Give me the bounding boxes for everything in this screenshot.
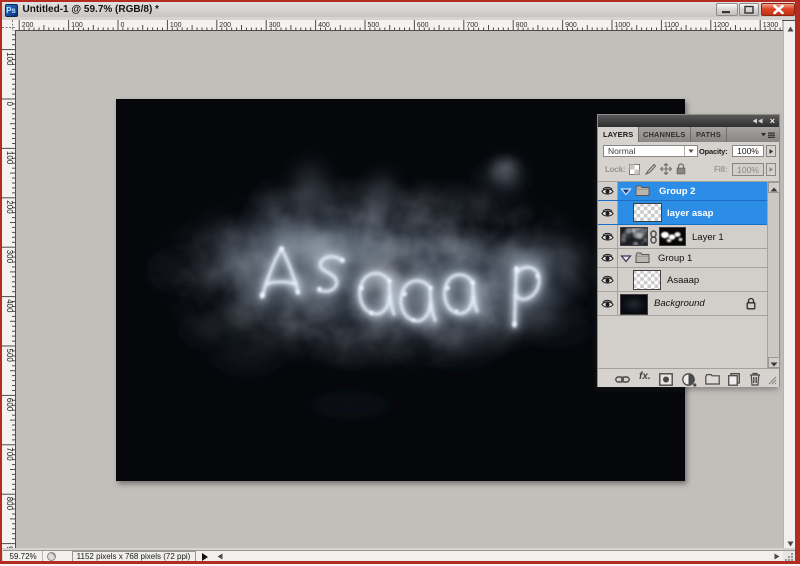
svg-text:200: 200: [5, 200, 14, 214]
svg-text:200: 200: [219, 22, 231, 29]
svg-text:700: 700: [5, 447, 14, 461]
svg-text:300: 300: [268, 22, 280, 29]
svg-text:600: 600: [5, 398, 14, 412]
svg-text:800: 800: [5, 497, 14, 511]
svg-text:100: 100: [169, 22, 181, 29]
svg-text:1000: 1000: [614, 22, 630, 29]
svg-text:700: 700: [466, 22, 478, 29]
svg-text:400: 400: [318, 22, 330, 29]
svg-text:300: 300: [5, 250, 14, 264]
svg-text:900: 900: [5, 546, 14, 548]
svg-text:1200: 1200: [713, 22, 729, 29]
svg-text:100: 100: [71, 22, 83, 29]
svg-text:1300: 1300: [762, 22, 778, 29]
svg-text:100: 100: [5, 52, 14, 66]
svg-text:0: 0: [120, 22, 124, 29]
svg-text:500: 500: [5, 349, 14, 363]
svg-text:900: 900: [565, 22, 577, 29]
svg-text:1100: 1100: [663, 22, 678, 29]
svg-text:100: 100: [5, 151, 14, 165]
svg-text:400: 400: [5, 299, 14, 313]
svg-text:500: 500: [367, 22, 379, 29]
svg-text:200: 200: [21, 22, 33, 29]
svg-text:800: 800: [515, 22, 527, 29]
svg-text:600: 600: [416, 22, 428, 29]
svg-text:0: 0: [5, 102, 14, 107]
